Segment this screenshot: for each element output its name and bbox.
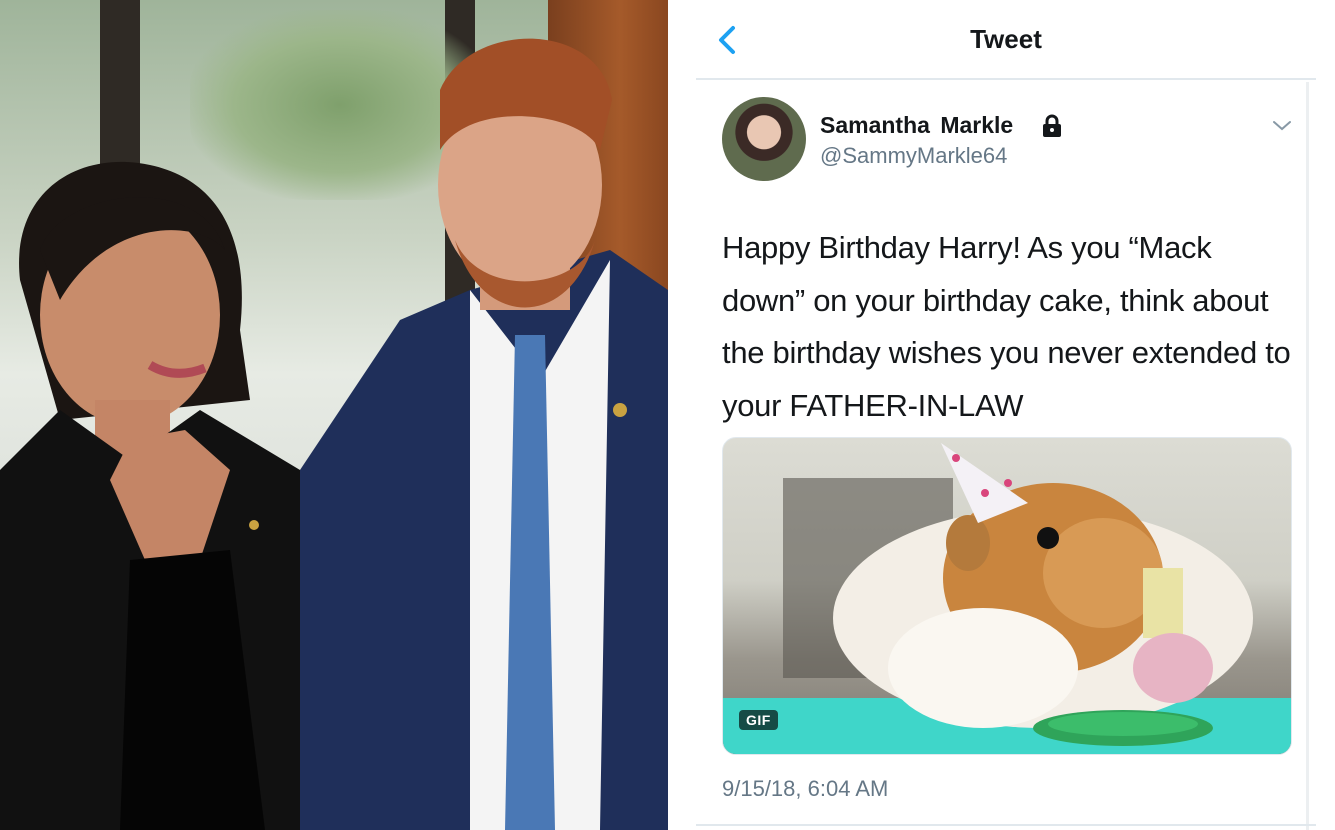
hamster-gif-image [723,443,1291,754]
chevron-down-icon[interactable] [1271,114,1293,136]
author-handle[interactable]: @SammyMarkle64 [820,143,1007,169]
tweet-header: Tweet [696,0,1316,80]
lock-icon [1043,114,1061,137]
tweet-timestamp[interactable]: 9/15/18, 6:04 AM [722,776,888,802]
scrollbar-track [1306,82,1309,830]
author-name[interactable]: Samantha Markle [820,112,1013,139]
couple-photo [0,0,668,830]
gif-badge: GIF [739,710,778,730]
divider [696,824,1316,826]
tweet-text: Happy Birthday Harry! As you “Mack down”… [722,230,1291,423]
avatar[interactable] [722,97,806,181]
tweet-panel: Tweet Samantha Markle @SammyMarkle64 Hap… [668,0,1335,830]
header-title: Tweet [970,24,1042,54]
people-illustration [0,38,668,830]
tweet-media-gif[interactable]: GIF [722,437,1292,755]
